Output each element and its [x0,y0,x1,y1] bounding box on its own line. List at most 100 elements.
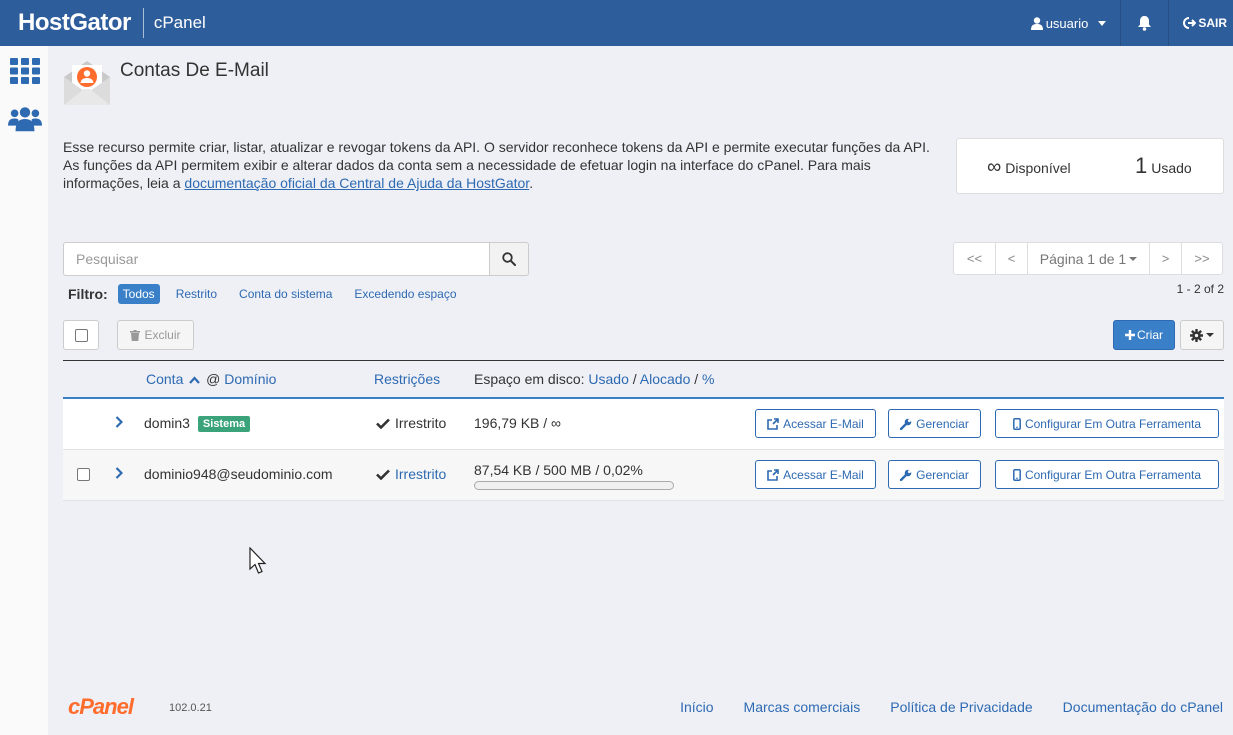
select-all-checkbox[interactable] [63,320,99,350]
access-email-label: Acessar E-Mail [783,416,864,431]
filter-all[interactable]: Todos [117,284,160,304]
sidebar [0,46,48,735]
mouse-cursor-icon [249,547,267,574]
chevron-down-icon [1129,256,1138,261]
sort-domain[interactable]: Domínio [224,371,276,387]
row-checkbox[interactable] [77,468,90,481]
plus-icon [1125,330,1135,340]
filter-system-account[interactable]: Conta do sistema [239,287,332,301]
user-menu[interactable]: usuario [1019,0,1122,46]
check-icon [376,418,390,429]
cpanel-product-label: cPanel [153,13,206,32]
configure-label: Configurar Em Outra Ferramenta [1024,467,1202,482]
email-accounts-icon [62,59,112,107]
configure-other-tool-button[interactable]: Configurar Em Outra Ferramenta [995,409,1219,438]
sort-disk-percent[interactable]: % [702,371,714,387]
filter-over-quota[interactable]: Excedendo espaço [354,287,456,301]
mobile-icon [1013,468,1021,481]
page-label: Página 1 de 1 [1039,250,1127,267]
filter-label: Filtro: [68,286,108,302]
check-icon [376,469,390,480]
available-label: Disponível [1005,160,1071,176]
search-icon [502,252,516,266]
access-email-button[interactable]: Acessar E-Mail [755,460,876,489]
col-restrictions: Restrições [374,371,440,387]
sort-account[interactable]: Conta [146,371,183,387]
pagination-page-select[interactable]: Página 1 de 1 [1028,243,1150,274]
access-email-button[interactable]: Acessar E-Mail [755,409,876,438]
footer-link-home[interactable]: Início [680,699,713,715]
system-badge: Sistema [197,416,251,432]
search-input[interactable] [63,242,489,276]
pagination-first[interactable]: << [954,243,996,274]
restriction-link[interactable]: Irrestrito [395,466,446,482]
top-bar: HostGator cPanel usuario SAIR [0,0,1233,46]
bell-icon [1138,16,1152,31]
used-label: Usado [1151,160,1192,176]
account-cell: domin3 Sistema [144,415,251,432]
search-button[interactable] [489,242,529,276]
chevron-right-icon[interactable] [115,415,123,429]
restriction-value: Irrestrito [395,415,447,431]
delete-button[interactable]: Excluir [117,320,194,350]
user-icon [1030,16,1043,30]
chevron-up-icon [189,376,201,384]
disk-sep-2: / [694,371,699,387]
filter-bar: Filtro: Todos Restrito Conta do sistema … [68,284,479,304]
sort-restrictions[interactable]: Restrições [374,371,440,387]
manage-label: Gerenciar [916,467,969,482]
logout-icon [1183,17,1197,29]
create-label: Criar [1137,328,1163,342]
manage-button[interactable]: Gerenciar [888,409,981,438]
disk-usage: 87,54 KB / 500 MB / 0,02% [474,462,643,478]
used-value: 1 [1135,153,1148,178]
manage-label: Gerenciar [916,416,969,431]
description-end: . [529,175,534,191]
pagination-last[interactable]: >> [1182,243,1222,274]
account-name: dominio948@seudominio.com [144,466,333,482]
notifications-button[interactable] [1121,0,1170,46]
brand[interactable]: HostGator cPanel [0,0,206,46]
help-center-link[interactable]: documentação oficial da Central de Ajuda… [184,175,529,191]
table-row: domin3 Sistema Irrestrito 196,79 KB / ∞ A… [63,399,1224,450]
sort-disk-used[interactable]: Usado [588,371,628,387]
cpanel-version: 102.0.21 [169,702,212,714]
pagination-prev[interactable]: < [996,243,1028,274]
pagination: << < Página 1 de 1 > >> [953,242,1223,275]
logout-button[interactable]: SAIR [1169,0,1233,46]
user-name: usuario [1045,15,1089,31]
settings-button[interactable] [1180,320,1224,350]
create-button[interactable]: Criar [1113,320,1175,350]
filter-restricted[interactable]: Restrito [176,287,217,301]
pagination-next[interactable]: > [1150,243,1182,274]
restriction-cell: Irrestrito [376,466,446,482]
footer-links: Início Marcas comerciais Política de Pri… [650,699,1223,715]
users-icon [8,107,42,132]
footer-link-docs[interactable]: Documentação do cPanel [1063,699,1223,715]
configure-other-tool-button[interactable]: Configurar Em Outra Ferramenta [995,460,1219,489]
sidebar-item-users[interactable] [8,102,42,136]
col-account-domain: Conta @ Domínio [146,371,276,387]
checkbox [74,328,88,342]
sidebar-item-tools[interactable] [8,54,42,88]
disk-usage: 196,79 KB / ∞ [474,415,562,431]
page-description: Esse recurso permite criar, listar, atua… [63,138,933,192]
delete-label: Excluir [144,328,181,342]
col-disk: Espaço em disco: Usado / Alocado / % [474,371,714,387]
chevron-down-icon [1098,20,1107,26]
sort-disk-allocated[interactable]: Alocado [640,371,691,387]
restriction-cell: Irrestrito [376,415,446,431]
grid-icon [10,58,40,84]
configure-label: Configurar Em Outra Ferramenta [1024,416,1202,431]
brand-separator [142,8,144,38]
wrench-icon [900,418,912,430]
manage-button[interactable]: Gerenciar [888,460,981,489]
account-cell: dominio948@seudominio.com [144,466,333,482]
footer-link-trademarks[interactable]: Marcas comerciais [744,699,861,715]
external-link-icon [767,468,779,481]
hostgator-logo: HostGator [18,9,131,36]
disk-sep-1: / [632,371,637,387]
footer-link-privacy[interactable]: Política de Privacidade [890,699,1032,715]
chevron-right-icon[interactable] [115,466,123,480]
disk-label: Espaço em disco: [474,371,585,387]
